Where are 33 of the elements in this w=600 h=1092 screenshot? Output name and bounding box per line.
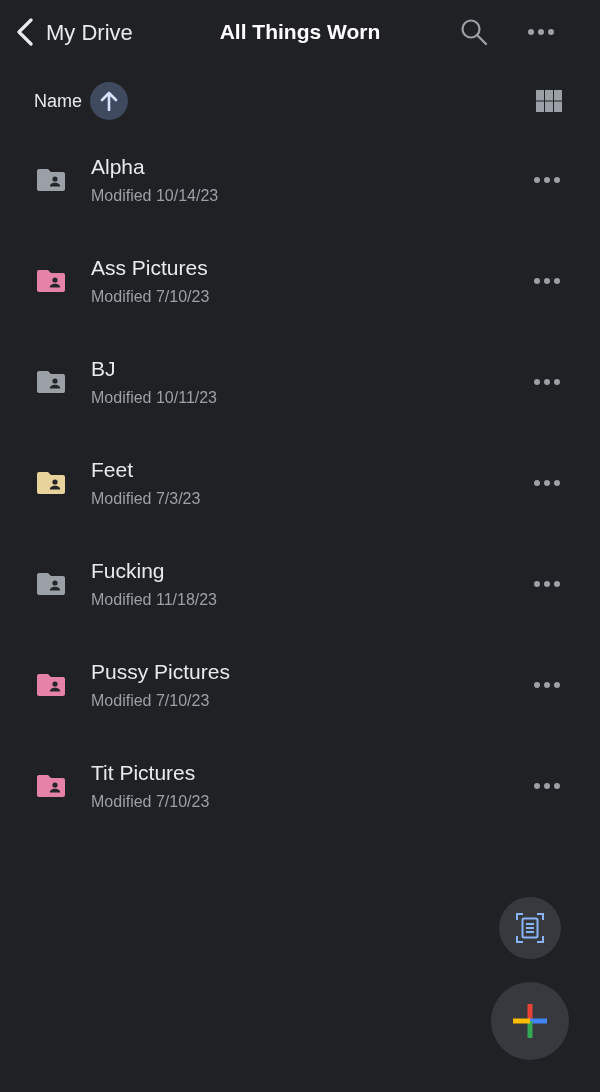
search-icon: [460, 18, 488, 46]
folder-name: BJ: [91, 355, 117, 382]
folder-row[interactable]: Fucking Modified 11/18/23: [0, 533, 600, 634]
folder-name: Alpha: [91, 153, 146, 180]
folder-name: Pussy Pictures: [91, 658, 230, 685]
chevron-left-icon: [16, 18, 34, 46]
modified-date: Modified 7/10/23: [91, 286, 210, 307]
modified-date: Modified 7/10/23: [91, 690, 211, 711]
folder-row[interactable]: Ass Pictures Modified 7/10/23: [0, 230, 600, 331]
folder-row[interactable]: Pussy Pictures Modified 7/10/23: [0, 634, 600, 735]
folder-row[interactable]: BJ Modified 10/11/23: [0, 331, 600, 432]
grid-icon: [536, 90, 562, 112]
grid-view-button[interactable]: [536, 90, 562, 112]
folder-name: Fucking: [91, 557, 166, 584]
search-button[interactable]: [460, 18, 488, 46]
back-button[interactable]: My Drive: [0, 15, 133, 49]
modified-date: Modified 7/3/23: [91, 488, 201, 509]
folder-name: Tit Pictures: [91, 759, 197, 786]
arrow-up-icon: [100, 91, 118, 111]
folder-title: All Things Worn: [218, 19, 382, 46]
modified-date: Modified 10/14/23: [91, 185, 219, 206]
modified-date: Modified 7/10/23: [91, 791, 210, 812]
modified-date: Modified 10/11/23: [91, 387, 217, 408]
plus-icon: [513, 1004, 547, 1038]
document-scan-icon: [516, 913, 544, 943]
modified-date: Modified 11/18/23: [91, 589, 217, 610]
sort-direction-button[interactable]: [90, 82, 128, 120]
folder-name: Feet: [91, 456, 135, 483]
folder-row[interactable]: Feet Modified 7/3/23: [0, 432, 600, 533]
folder-row[interactable]: Tit Pictures Modified 7/10/23: [0, 735, 600, 836]
folder-row[interactable]: Alpha Modified 10/14/23: [0, 129, 600, 230]
folder-name: Ass Pictures: [91, 254, 209, 281]
sort-label: Name: [34, 89, 82, 113]
